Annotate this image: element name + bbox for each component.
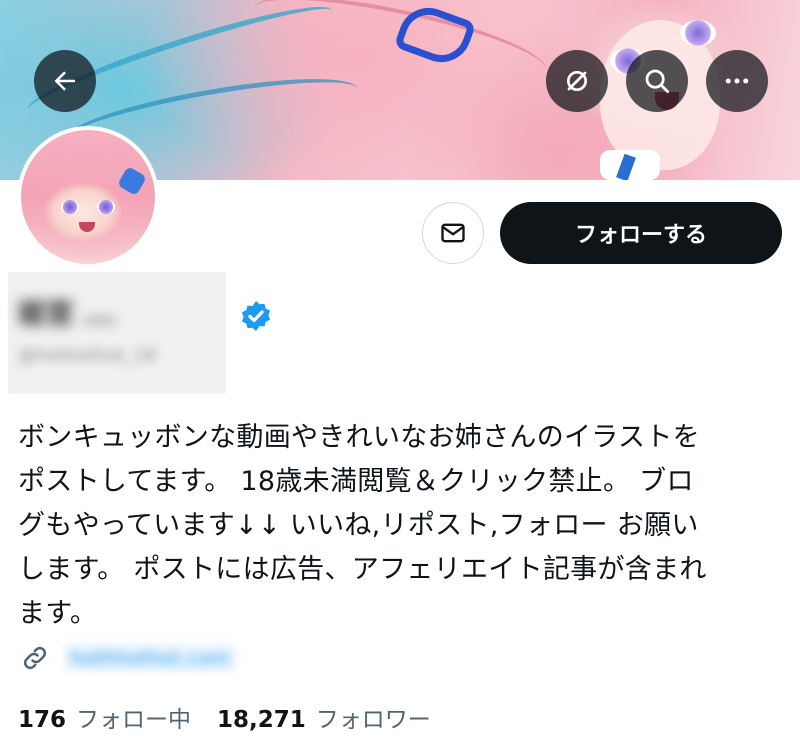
more-button[interactable] bbox=[706, 50, 768, 112]
refresh-icon bbox=[567, 71, 587, 91]
profile-link[interactable]: hothhothot.com bbox=[64, 644, 237, 672]
avatar-decor bbox=[61, 200, 79, 214]
name-area bbox=[8, 272, 226, 394]
avatar-decor bbox=[97, 200, 115, 214]
following-count[interactable]: 176 bbox=[18, 707, 66, 733]
following-label[interactable]: フォロー中 bbox=[76, 700, 191, 734]
avatar-decor bbox=[79, 222, 95, 232]
follow-button[interactable]: フォローする bbox=[500, 202, 782, 264]
verified-badge-icon[interactable] bbox=[238, 298, 274, 334]
avatar-decor bbox=[116, 165, 148, 197]
back-button[interactable] bbox=[34, 50, 96, 112]
profile-bio: ボンキュッボンな動画やきれいなお姉さんのイラストを ポストしてます。 18歳未満… bbox=[18, 422, 707, 629]
profile-avatar[interactable] bbox=[17, 126, 159, 268]
mail-icon bbox=[441, 223, 465, 243]
arrow-left-icon bbox=[54, 71, 75, 91]
refresh-button[interactable] bbox=[546, 50, 608, 112]
followers-count[interactable]: 18,271 bbox=[217, 707, 306, 733]
avatar-image bbox=[21, 130, 155, 264]
display-name: 姫宮 ... bbox=[18, 297, 116, 330]
follow-stats: 176 フォロー中 18,271 フォロワー bbox=[18, 700, 431, 734]
followers-label[interactable]: フォロワー bbox=[316, 700, 431, 734]
profile-link-row[interactable]: hothhothot.com bbox=[20, 640, 237, 676]
message-button[interactable] bbox=[422, 202, 484, 264]
search-button[interactable] bbox=[626, 50, 688, 112]
banner-decor bbox=[680, 20, 716, 46]
link-icon bbox=[23, 646, 47, 670]
more-horizontal-icon bbox=[725, 78, 749, 84]
user-handle: @hothothot_18 bbox=[18, 345, 157, 366]
search-icon bbox=[645, 69, 669, 93]
